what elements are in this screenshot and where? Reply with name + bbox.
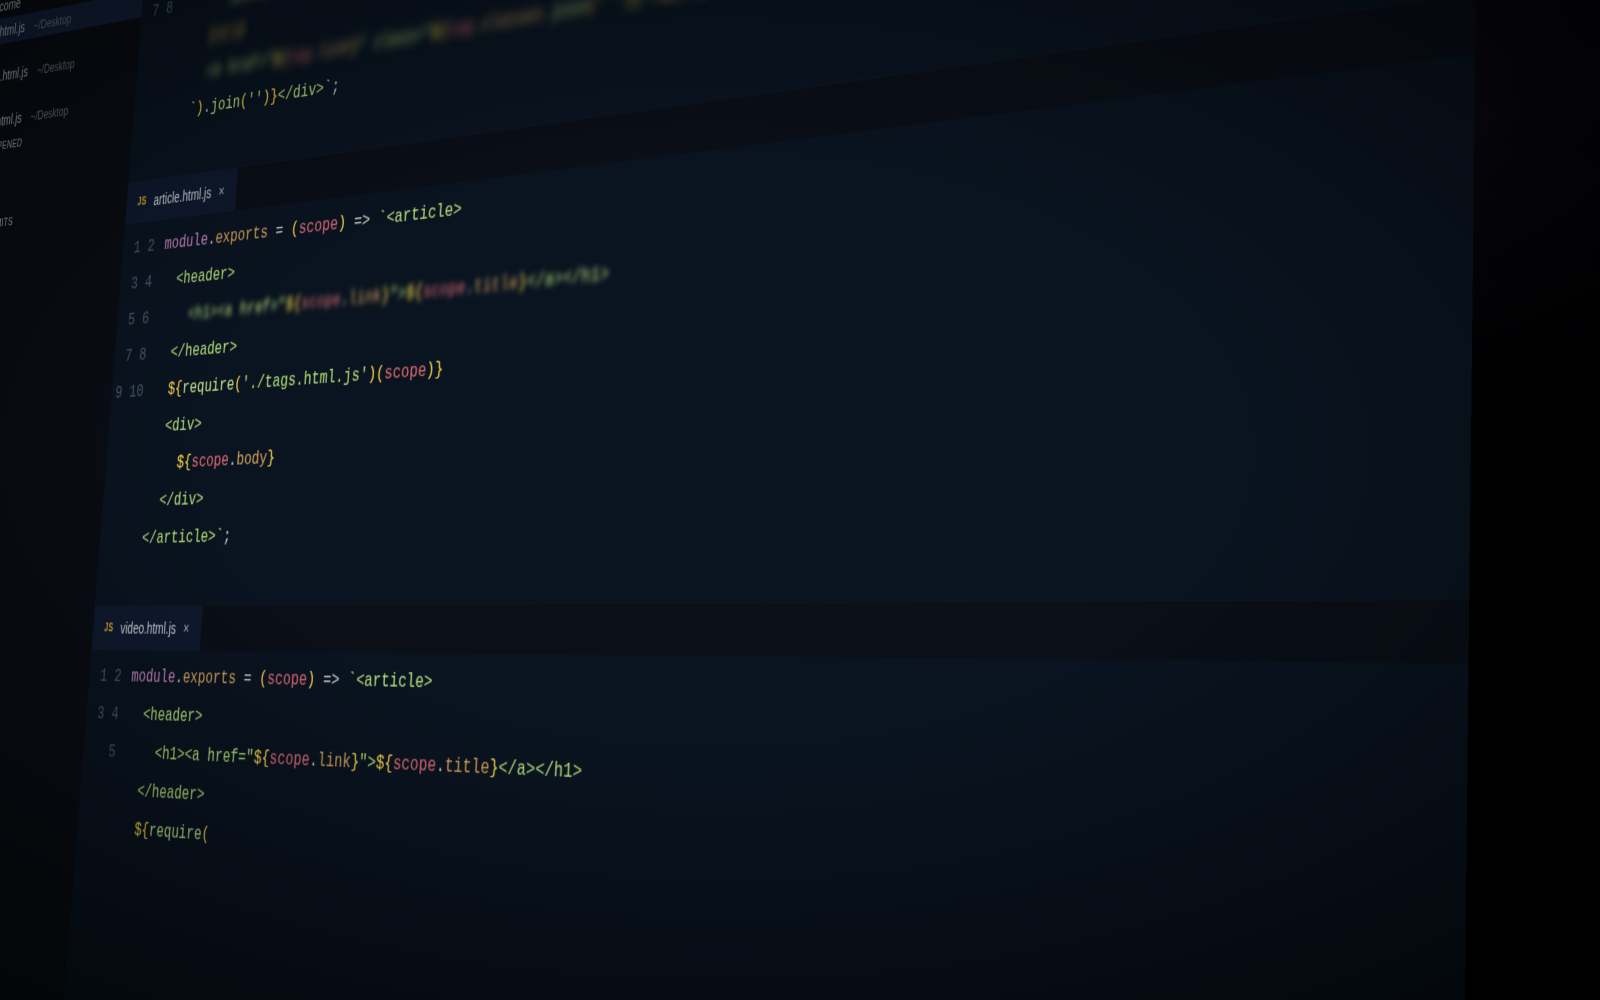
tab-label: article.html.js [153,184,212,209]
file-path: ~/Desktop [33,10,72,32]
editor-area: ⧉WelcomeJStags.html.js×1 2 3 4 5 6 7 8 m… [49,0,1481,1000]
file-path: ~/Desktop [30,102,69,123]
tab-label: video.html.js [120,619,177,637]
file-path: ~/Desktop [36,55,75,77]
close-icon[interactable]: × [183,619,190,637]
editor-window: EXPLORER OPEN EDITORS TOP⧉WelcomeJStags.… [0,0,1481,1000]
editor-pane: JSvideo.html.js×1 2 3 4 5 module.exports… [75,599,1469,962]
js-file-icon: JS [104,622,114,634]
editor-tab[interactable]: JS video.html.js × [91,606,203,651]
js-file-icon: JS [137,195,147,208]
code-content[interactable]: module.exports = (scope) => `<article> <… [117,650,1468,962]
close-icon[interactable]: × [218,182,225,200]
